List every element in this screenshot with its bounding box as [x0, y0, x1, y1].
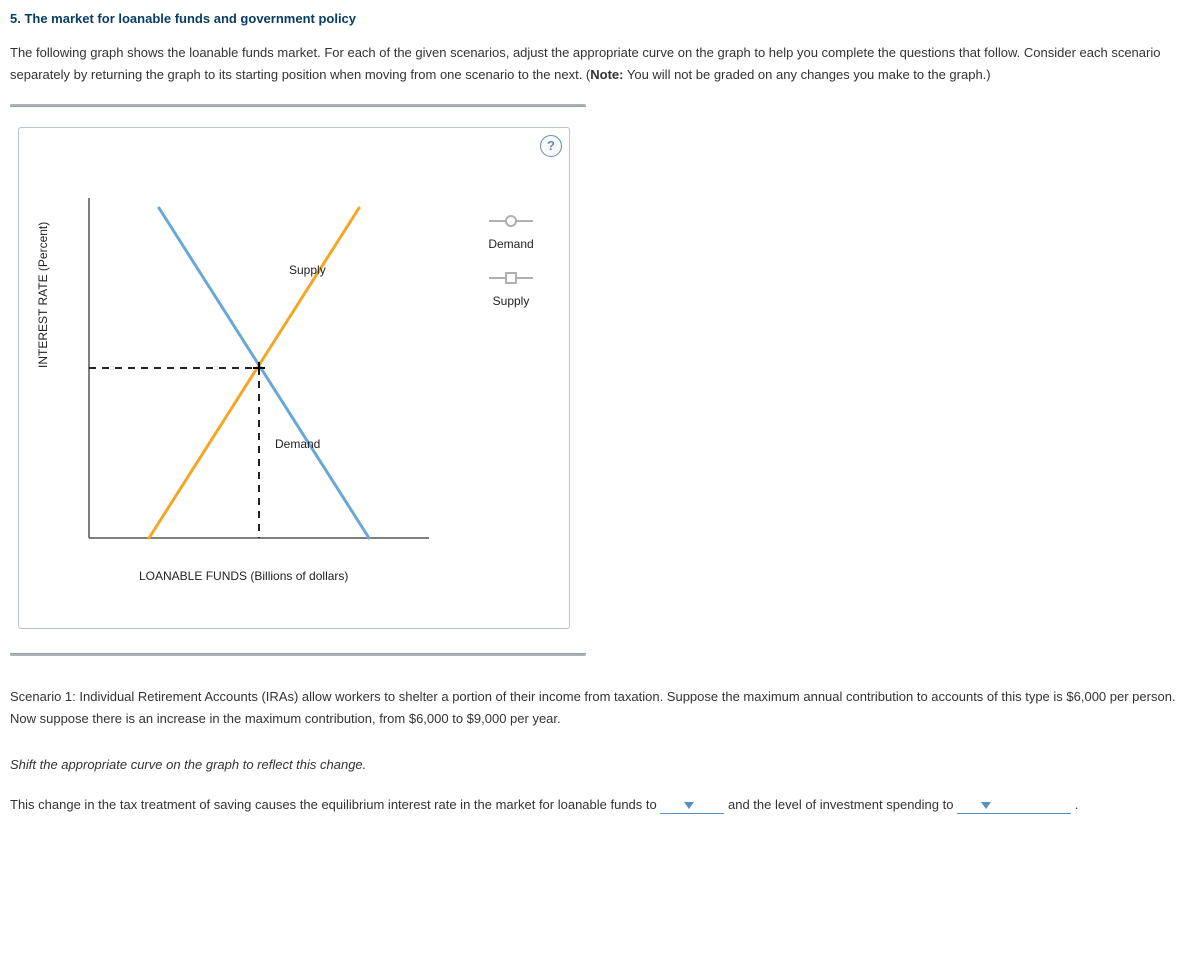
chart-wrapper: ? INTEREST RATE (Percent) LOANABLE FUNDS…	[10, 104, 586, 656]
demand-curve-label: Demand	[275, 437, 320, 451]
chart-canvas[interactable]: ? INTEREST RATE (Percent) LOANABLE FUNDS…	[18, 127, 570, 629]
intro-bold: Note:	[590, 67, 623, 82]
fill-part3: .	[1075, 797, 1079, 812]
question-heading: 5. The market for loanable funds and gov…	[10, 8, 1190, 30]
circle-icon	[505, 215, 517, 227]
supply-curve[interactable]	[149, 208, 359, 538]
legend-demand-label: Demand	[488, 234, 533, 254]
supply-curve-label: Supply	[289, 263, 326, 277]
square-icon	[505, 272, 517, 284]
chevron-down-icon	[684, 802, 694, 809]
y-axis-label: INTEREST RATE (Percent)	[33, 222, 53, 368]
investment-dropdown[interactable]	[957, 797, 1071, 814]
fill-part2: and the level of investment spending to	[728, 797, 957, 812]
chevron-down-icon	[981, 802, 991, 809]
legend-supply-label: Supply	[493, 291, 530, 311]
shift-instruction: Shift the appropriate curve on the graph…	[10, 754, 1190, 776]
fill-part1: This change in the tax treatment of savi…	[10, 797, 660, 812]
intro-part2: You will not be graded on any changes yo…	[623, 67, 990, 82]
help-icon[interactable]: ?	[540, 135, 562, 157]
legend: Demand Supply	[471, 220, 551, 333]
legend-supply-row[interactable]: Supply	[471, 277, 551, 311]
legend-demand-swatch	[489, 220, 533, 222]
intro-text: The following graph shows the loanable f…	[10, 42, 1190, 86]
x-axis-label: LOANABLE FUNDS (Billions of dollars)	[139, 566, 348, 586]
plot-area[interactable]: Supply Demand	[89, 198, 429, 538]
demand-curve[interactable]	[159, 208, 369, 538]
interest-rate-dropdown[interactable]	[660, 797, 724, 814]
fill-sentence: This change in the tax treatment of savi…	[10, 791, 1190, 818]
plot-svg: Supply Demand	[89, 198, 429, 538]
scenario-1-text: Scenario 1: Individual Retirement Accoun…	[10, 686, 1190, 730]
legend-demand-row[interactable]: Demand	[471, 220, 551, 254]
legend-supply-swatch	[489, 277, 533, 279]
